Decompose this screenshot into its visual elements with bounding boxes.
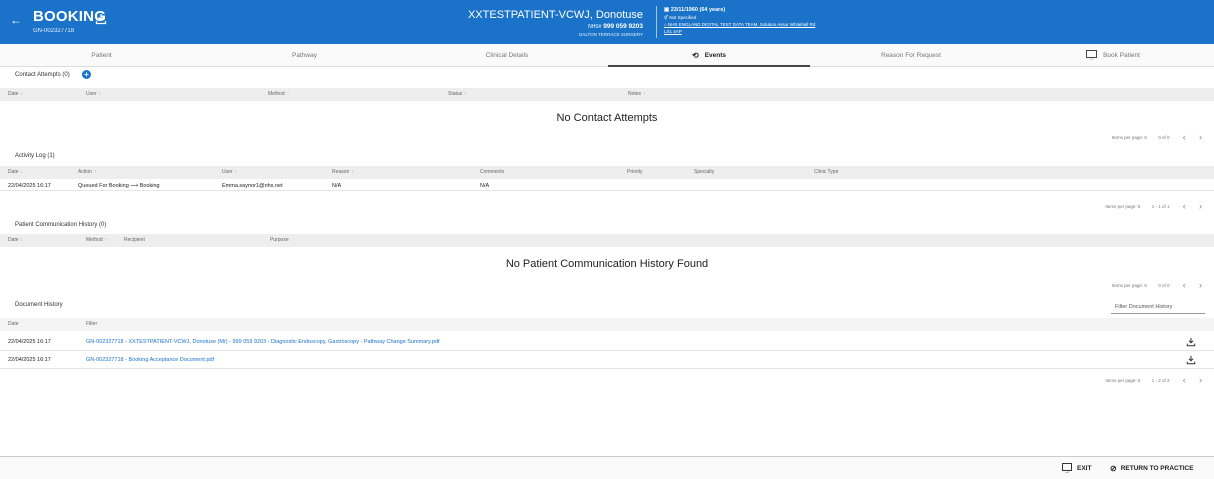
add-contact-attempt-button[interactable]: + <box>82 70 91 79</box>
contact-attempts-title: Contact Attempts (0) <box>15 72 70 78</box>
tab-book-patient[interactable]: Book Patient <box>1012 44 1214 71</box>
filter-document-input[interactable]: Filter Document History <box>1111 300 1205 314</box>
column-header[interactable]: User ↑ <box>222 166 237 179</box>
gender-icon: ⚥ <box>664 15 669 20</box>
column-header: Priority <box>627 169 643 175</box>
column-header[interactable]: Method ↑ <box>268 88 289 101</box>
table-row: 22/04/2025 16:17 GN-002327718 - Booking … <box>0 351 1214 369</box>
document-link[interactable]: GN-002327718 - XXTESTPATIENT-VCWJ, Donot… <box>86 333 440 351</box>
tab-bar: Patient Pathway Clinical Details ⟲ Events… <box>0 44 1214 71</box>
chevron-left-icon[interactable]: ‹ <box>1183 201 1186 211</box>
column-header: Filter <box>86 321 98 327</box>
activity-log-title: Activity Log (1) <box>15 153 55 159</box>
arrow-right-icon: ⟶ <box>130 183 139 189</box>
column-header[interactable]: Reason ↑ <box>332 166 354 179</box>
download-icon[interactable] <box>1186 355 1196 365</box>
footer-bar: EXIT ⊘RETURN TO PRACTICE <box>0 456 1214 479</box>
documents-pager: Items per page: 5 1 - 2 of 2 ‹ › <box>1105 375 1202 385</box>
patient-practice-link[interactable]: ⌂ NHS ENGLAND DIGITAL TEST DATA TEAM, So… <box>664 22 815 27</box>
column-header[interactable]: Status ↑ <box>448 88 467 101</box>
column-header[interactable]: Date ↓ <box>8 88 23 101</box>
patient-gender: ⚥ Not Specified <box>664 15 697 20</box>
download-icon[interactable] <box>1186 337 1196 347</box>
activity-log-header: Date ↓ Action ↑ User ↑ Reason ↑ Comments Pri… <box>0 166 1214 179</box>
column-header: Comments <box>480 169 505 175</box>
tab-events[interactable]: ⟲ Events <box>608 44 810 67</box>
column-header: Purpose <box>270 237 289 243</box>
chevron-right-icon[interactable]: › <box>1199 375 1202 385</box>
communication-header: Date ↓ Method ↑ Recipient Purpose <box>0 234 1214 247</box>
patient-name: XXTESTPATIENT-VCWJ, Donotuse <box>467 9 643 21</box>
activity-log-pager: Items per page: 5 1 - 1 of 1 ‹ › <box>1105 201 1202 211</box>
header-divider <box>656 6 657 38</box>
communication-history-title: Patient Communication History (0) <box>15 222 107 228</box>
nhs-number: NHS# 999 059 9203 <box>588 23 643 30</box>
column-header[interactable]: Date ↓ <box>8 166 23 179</box>
column-header[interactable]: Method ↑ <box>86 234 107 247</box>
document-history-title: Document History <box>15 302 63 308</box>
column-header: Specialty <box>694 169 715 175</box>
contact-attempts-pager: Items per page: 5 0 of 0 ‹ › <box>1111 132 1202 142</box>
column-header: Recipient <box>124 237 145 243</box>
column-header: Date <box>8 321 19 327</box>
tab-clinical-details[interactable]: Clinical Details <box>406 44 608 67</box>
cancel-icon: ⊘ <box>1110 464 1117 473</box>
chevron-right-icon[interactable]: › <box>1199 280 1202 290</box>
tab-pathway[interactable]: Pathway <box>203 44 406 67</box>
calendar-icon: ▣ <box>664 7 670 13</box>
column-header[interactable]: Notes ↑ <box>628 88 646 101</box>
app-header: ← BOOKING GN-002327718 XXTESTPATIENT-VCW… <box>0 0 1214 44</box>
surgery-name: DALTON TERRACE SURGERY <box>579 32 643 37</box>
table-row: 22/04/2025 16:17 GN-002327718 - XXTESTPA… <box>0 333 1214 351</box>
contact-attempts-header: Date ↓ User ↑ Method ↑ Status ↑ Notes ↑ <box>0 88 1214 101</box>
chevron-right-icon[interactable]: › <box>1199 132 1202 142</box>
exit-icon <box>1062 461 1072 479</box>
document-link[interactable]: GN-002327718 - Booking Acceptance Docume… <box>86 351 214 369</box>
communication-empty: No Patient Communication History Found <box>505 258 709 270</box>
book-icon <box>1086 48 1098 71</box>
back-arrow-icon[interactable]: ← <box>10 13 22 27</box>
contact-attempts-empty: No Contact Attempts <box>556 112 658 124</box>
column-header[interactable]: Action ↑ <box>78 166 96 179</box>
booking-id: GN-002327718 <box>33 28 75 34</box>
chevron-left-icon[interactable]: ‹ <box>1183 280 1186 290</box>
chevron-left-icon[interactable]: ‹ <box>1183 375 1186 385</box>
return-to-practice-button[interactable]: ⊘ RETURN TO PRACTICE <box>1110 457 1194 479</box>
column-header[interactable]: User ↑ <box>86 88 101 101</box>
communication-pager: Items per page: 5 0 of 0 ‹ › <box>1111 280 1202 290</box>
home-icon: ⌂ <box>664 22 667 27</box>
patient-postcode[interactable]: LS1 4AP <box>664 29 682 34</box>
tab-reason-for-request[interactable]: Reason For Request <box>810 44 1012 67</box>
column-header: Clinic Type <box>814 169 839 175</box>
tab-patient[interactable]: Patient <box>0 44 203 67</box>
history-icon: ⟲ <box>691 51 699 60</box>
chevron-left-icon[interactable]: ‹ <box>1183 132 1186 142</box>
chevron-right-icon[interactable]: › <box>1199 201 1202 211</box>
download-icon[interactable] <box>95 13 107 25</box>
column-header[interactable]: Date ↓ <box>8 234 23 247</box>
documents-header: Date Filter <box>0 318 1214 331</box>
table-row: 22/04/2025 16:17 Queued For Booking ⟶ Bo… <box>0 181 1214 191</box>
patient-dob: ▣ 23/11/1960 (64 years) <box>664 7 726 13</box>
exit-button[interactable]: EXIT <box>1062 457 1091 479</box>
